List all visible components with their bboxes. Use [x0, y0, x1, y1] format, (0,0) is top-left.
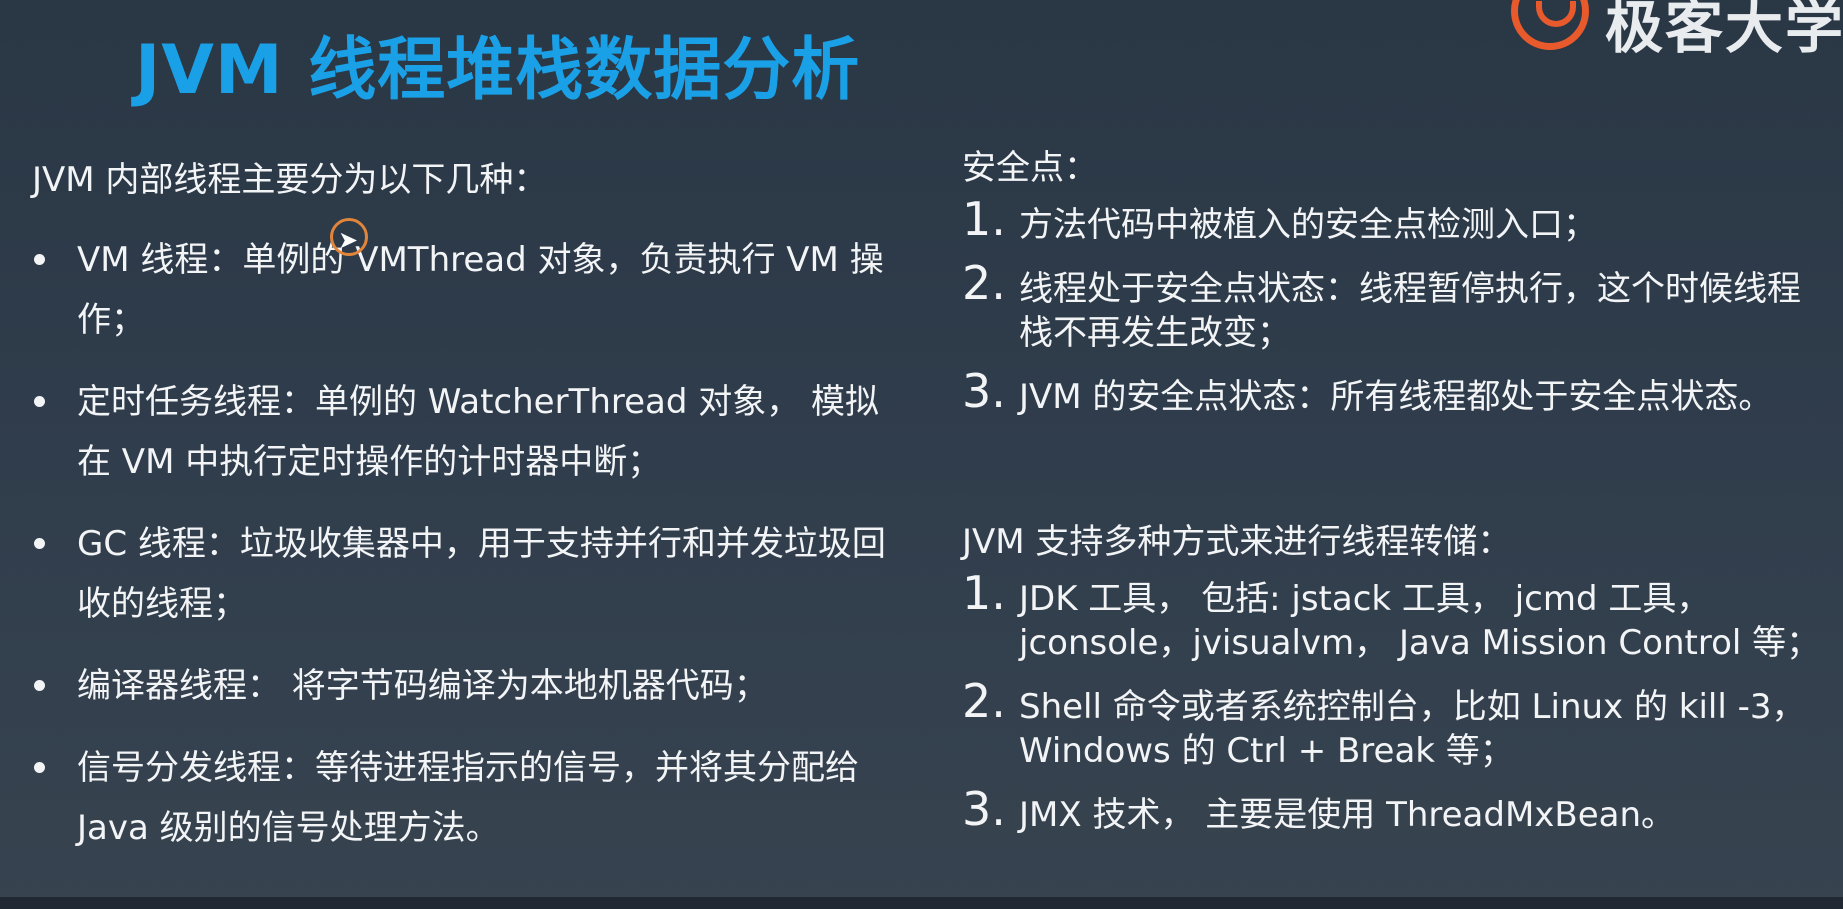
thread-dump-section: JVM 支持多种方式来进行线程转储： 1. JDK 工具， 包括: jstack … [962, 514, 1832, 837]
list-item-text: 编译器线程： 将字节码编译为本地机器代码； [77, 666, 768, 706]
list-item: 1. 方法代码中被植入的安全点检测入口； [962, 196, 1832, 247]
list-item: 2. 线程处于安全点状态：线程暂停执行，这个时候线程栈不再发生改变； [962, 260, 1832, 355]
bullet-icon [34, 680, 45, 691]
pointer-arrow-icon: ➤ [338, 226, 359, 254]
brand-logo: 极客大学 [1505, 0, 1843, 61]
list-item-text: GC 线程：垃圾收集器中，用于支持并行和并发垃圾回收的线程； [77, 524, 886, 624]
brand-logo-text: 极客大学 [1605, 0, 1843, 61]
list-item-text: JVM 的安全点状态：所有线程都处于安全点状态。 [1019, 377, 1773, 417]
list-item: 3. JVM 的安全点状态：所有线程都处于安全点状态。 [962, 368, 1832, 419]
thread-dump-heading: JVM 支持多种方式来进行线程转储： [962, 522, 1512, 562]
list-number: 1. [962, 192, 1006, 246]
list-item: 2. Shell 命令或者系统控制台，比如 Linux 的 kill -3， Wi… [962, 678, 1832, 773]
list-item-text: JDK 工具， 包括: jstack 工具， jcmd 工具， jconsole… [1019, 579, 1821, 663]
list-number: 3. [962, 782, 1006, 836]
thread-dump-list: 1. JDK 工具， 包括: jstack 工具， jcmd 工具， jconso… [962, 570, 1832, 837]
geek-university-logo-icon [1511, 0, 1589, 50]
safepoint-heading: 安全点： [962, 148, 1098, 188]
list-item: 编译器线程： 将字节码编译为本地机器代码； [32, 656, 912, 716]
list-item: GC 线程：垃圾收集器中，用于支持并行和并发垃圾回收的线程； [32, 514, 912, 634]
list-item-text: 定时任务线程：单例的 WatcherThread 对象， 模拟在 VM 中执行定… [77, 382, 880, 482]
thread-types-intro: JVM 内部线程主要分为以下几种： [32, 160, 548, 200]
bullet-icon [34, 762, 45, 773]
thread-types-list: VM 线程：单例的 VMThread 对象，负责执行 VM 操作； 定时任务线程… [32, 230, 912, 880]
list-item-text: 方法代码中被植入的安全点检测入口； [1019, 205, 1597, 245]
right-column: 安全点： 1. 方法代码中被植入的安全点检测入口； 2. 线程处于安全点状态：线程暂… [962, 140, 1832, 857]
safepoint-list: 1. 方法代码中被植入的安全点检测入口； 2. 线程处于安全点状态：线程暂停执行，这… [962, 196, 1832, 419]
list-item-text: 线程处于安全点状态：线程暂停执行，这个时候线程栈不再发生改变； [1019, 269, 1801, 353]
list-item: VM 线程：单例的 VMThread 对象，负责执行 VM 操作； [32, 230, 912, 350]
bullet-icon [34, 396, 45, 407]
list-item-text: VM 线程：单例的 VMThread 对象，负责执行 VM 操作； [77, 240, 884, 340]
list-item: 定时任务线程：单例的 WatcherThread 对象， 模拟在 VM 中执行定… [32, 372, 912, 492]
bullet-icon [34, 254, 45, 265]
list-item: 3. JMX 技术， 主要是使用 ThreadMxBean。 [962, 786, 1832, 837]
list-number: 3. [962, 364, 1006, 418]
list-item: 信号分发线程：等待进程指示的信号，并将其分配给 Java 级别的信号处理方法。 [32, 738, 912, 858]
list-number: 2. [962, 674, 1006, 728]
bottom-strip [0, 897, 1843, 909]
list-item-text: JMX 技术， 主要是使用 ThreadMxBean。 [1019, 795, 1676, 835]
list-item: 1. JDK 工具， 包括: jstack 工具， jcmd 工具， jconso… [962, 570, 1832, 665]
list-item-text: 信号分发线程：等待进程指示的信号，并将其分配给 Java 级别的信号处理方法。 [77, 748, 859, 848]
bullet-icon [34, 538, 45, 549]
slide-title: JVM 线程堆栈数据分析 [135, 31, 861, 110]
list-number: 2. [962, 256, 1006, 310]
list-number: 1. [962, 566, 1006, 620]
list-item-text: Shell 命令或者系统控制台，比如 Linux 的 kill -3， Wind… [1019, 687, 1806, 771]
